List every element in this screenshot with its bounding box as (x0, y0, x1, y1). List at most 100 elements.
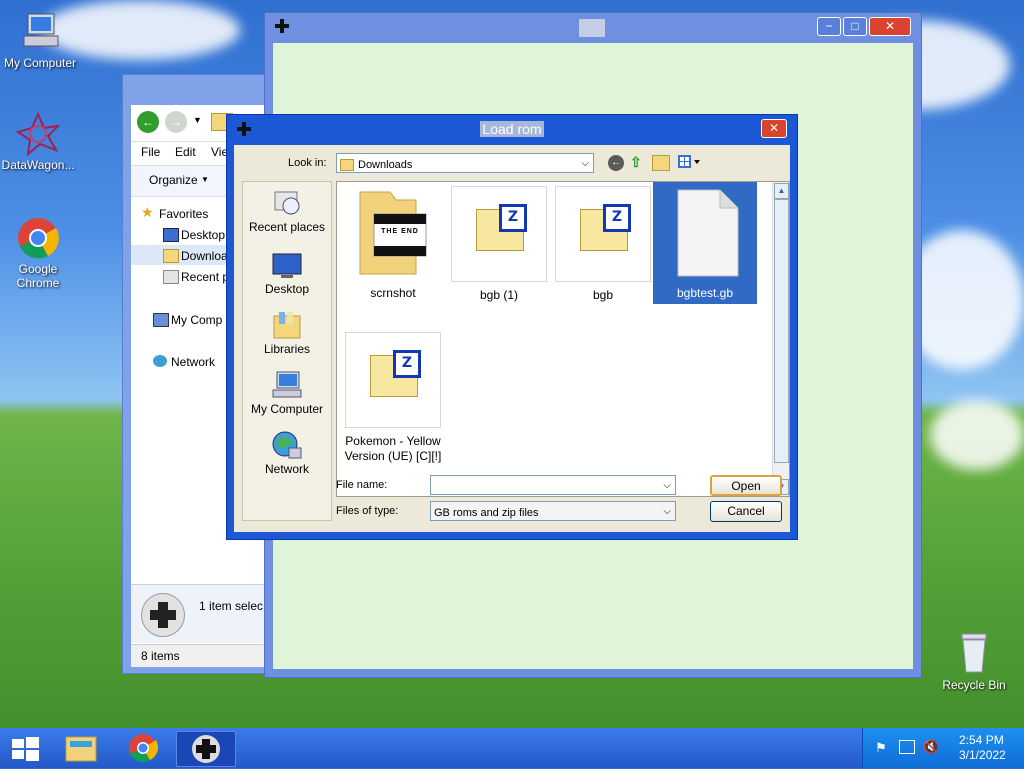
file-name: bgb (1) (479, 288, 519, 302)
look-in-select[interactable]: Downloads ⌵ (336, 153, 594, 173)
files-of-type-label: Files of type: (336, 505, 399, 517)
forward-icon[interactable]: → (165, 111, 187, 133)
tree-label: Recent p (181, 270, 230, 284)
dialog-body: Look in: Downloads ⌵ ← ⇧ Recent places D… (234, 145, 790, 532)
desktop-icon-my-computer[interactable]: My Computer (0, 10, 82, 70)
file-name: scrnshot (370, 286, 416, 300)
dialog-close-button[interactable]: ✕ (761, 119, 787, 138)
desktop-icon-datawagon[interactable]: DataWagon... (0, 111, 80, 172)
file-name: Pokemon - Yellow Version (UE) [C][!] (344, 434, 442, 463)
place-label: Network (264, 462, 309, 476)
taskbar-emulator[interactable] (176, 731, 236, 767)
place-my-computer[interactable]: My Computer (243, 370, 331, 416)
dialog-title: Load rom (480, 121, 544, 137)
file-name: bgbtest.gb (676, 286, 734, 300)
up-folder-icon[interactable]: ⇧ (630, 154, 646, 170)
file-name: bgb (592, 288, 614, 302)
desktop-icon (271, 250, 303, 280)
files-of-type-select[interactable]: GB roms and zip files ⌵ (430, 501, 676, 521)
tree-item-downloads[interactable]: Downloa (163, 249, 228, 263)
places-bar: Recent places Desktop Libraries My Compu… (242, 181, 332, 521)
clock-time[interactable]: 2:54 PM (959, 733, 1004, 747)
gamepad-icon (192, 735, 220, 763)
file-explorer-icon (65, 736, 97, 762)
file-name-input[interactable]: ⌵ (430, 475, 676, 495)
tree-label: Downloa (181, 249, 228, 263)
back-icon[interactable]: ← (137, 111, 159, 133)
close-button[interactable]: ✕ (869, 17, 911, 36)
place-label: My Computer (250, 402, 324, 416)
zip-file-icon: Z (345, 332, 441, 428)
chevron-down-icon: ⌵ (581, 158, 589, 169)
status-item-count: 8 items (141, 649, 180, 663)
back-icon[interactable]: ← (608, 155, 624, 171)
details-pane: 1 item selec (131, 584, 271, 643)
details-text: 1 item selec (199, 599, 264, 613)
file-item-scrnshot[interactable]: THE END scrnshot (341, 186, 445, 300)
desktop-icon (163, 228, 179, 242)
desktop-icon-label: Google Chrome (16, 262, 60, 290)
desktop-icon-label: My Computer (3, 56, 77, 70)
minimize-button[interactable]: − (817, 17, 841, 36)
chevron-down-icon[interactable]: ⌵ (663, 476, 671, 496)
flag-icon[interactable]: ⚑ (875, 740, 887, 756)
recent-icon (163, 270, 179, 284)
place-desktop[interactable]: Desktop (243, 250, 331, 296)
file-item-bgbtest[interactable]: bgbtest.gb (653, 182, 757, 304)
place-recent-places[interactable]: Recent places (243, 188, 331, 234)
start-button[interactable] (8, 731, 42, 765)
chrome-icon (16, 216, 60, 260)
chevron-down-icon: ▼ (201, 175, 209, 184)
tree-item-network[interactable]: Network (153, 355, 215, 369)
tree-item-desktop[interactable]: Desktop (163, 228, 226, 242)
place-label: Desktop (264, 282, 310, 296)
scroll-thumb[interactable] (774, 199, 789, 463)
downloads-folder-icon (163, 249, 179, 263)
new-folder-icon[interactable] (652, 155, 670, 171)
zip-file-icon: Z (555, 186, 651, 282)
windows-logo-icon (12, 737, 39, 761)
network-status-icon[interactable] (899, 740, 915, 754)
maximize-button[interactable]: □ (843, 17, 867, 36)
tree-label: Desktop (181, 228, 226, 242)
place-network[interactable]: Network (243, 430, 331, 476)
file-item-pokemon-yellow[interactable]: Z Pokemon - Yellow Version (UE) [C][!] (341, 332, 445, 464)
history-dropdown-icon[interactable]: ▼ (193, 115, 202, 125)
tree-label: My Comp (171, 313, 223, 327)
volume-muted-icon[interactable]: 🔇 (923, 739, 939, 755)
file-type-value: GB roms and zip files (434, 507, 539, 519)
computer-icon (18, 10, 62, 54)
network-icon (153, 355, 167, 367)
recent-places-icon (271, 188, 303, 218)
look-in-value: Downloads (358, 159, 413, 171)
desktop-icon-google-chrome[interactable]: Google Chrome (0, 216, 80, 290)
place-libraries[interactable]: Libraries (243, 310, 331, 356)
open-button[interactable]: Open (710, 475, 782, 496)
cancel-button[interactable]: Cancel (710, 501, 782, 522)
load-rom-dialog[interactable]: Load rom ✕ Look in: Downloads ⌵ ← ⇧ Rece… (226, 114, 798, 540)
recycle-bin-icon (952, 632, 996, 676)
tree-item-my-computer[interactable]: My Comp (153, 313, 223, 327)
desktop-icon-recycle-bin[interactable]: Recycle Bin (932, 632, 1016, 692)
folder-icon: THE END (346, 186, 440, 280)
tree-item-favorites[interactable]: ★ Favorites (141, 204, 208, 221)
scroll-up-icon[interactable]: ▲ (774, 183, 789, 199)
file-list[interactable]: THE END scrnshot Z bgb (1) Z bgb bgbtest… (336, 181, 790, 497)
menu-edit[interactable]: Edit (175, 145, 196, 159)
chevron-down-icon: ⌵ (663, 506, 671, 517)
file-item-bgb-1[interactable]: Z bgb (1) (447, 186, 551, 302)
view-menu-icon[interactable] (678, 155, 702, 169)
tree-item-recent[interactable]: Recent p (163, 270, 230, 284)
gamepad-icon (141, 593, 185, 637)
clock-date[interactable]: 3/1/2022 (959, 748, 1006, 762)
libraries-icon (271, 310, 303, 340)
file-item-bgb[interactable]: Z bgb (551, 186, 655, 302)
taskbar-file-explorer[interactable] (56, 731, 106, 765)
emulator-title-placeholder (579, 19, 605, 37)
datawagon-icon (15, 111, 61, 157)
menu-file[interactable]: File (141, 145, 160, 159)
vertical-scrollbar[interactable]: ▲ ▼ (772, 182, 789, 496)
star-icon: ★ (141, 204, 154, 220)
look-in-label: Look in: (288, 157, 327, 169)
taskbar-chrome[interactable] (118, 731, 168, 765)
